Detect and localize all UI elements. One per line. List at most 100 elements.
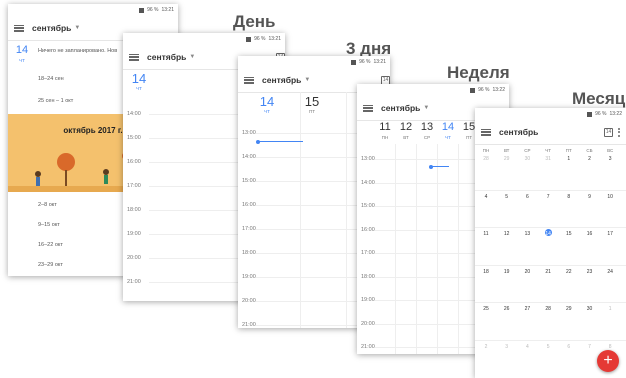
month-day-cell[interactable]: 2 (476, 344, 496, 350)
hour-label: 15:00 (127, 135, 141, 141)
week-divider (475, 339, 626, 341)
month-day-cell[interactable]: 21 (538, 269, 558, 275)
day-divider (416, 144, 417, 354)
month-day-cell[interactable]: 31 (538, 156, 558, 162)
day-number[interactable]: 14 (131, 71, 147, 86)
agenda-week-item[interactable]: 25 сен – 1 окт (38, 98, 73, 104)
month-day-cell[interactable]: 3 (600, 156, 620, 162)
month-day-cell[interactable]: 29 (559, 306, 579, 312)
weekday-header: ВС (607, 148, 614, 153)
label-month: Месяц (572, 89, 626, 108)
month-day-cell[interactable]: 2 (580, 156, 600, 162)
hour-label: 21:00 (242, 322, 256, 328)
month-day-cell[interactable]: 12 (497, 231, 517, 237)
day-divider (300, 92, 301, 328)
month-day-cell[interactable]: 4 (517, 344, 537, 350)
month-day-cell[interactable]: 7 (538, 194, 558, 200)
day-number[interactable]: 13 (417, 121, 437, 133)
menu-icon[interactable] (363, 104, 373, 112)
month-title[interactable]: сентябрь (499, 127, 538, 137)
month-day-cell[interactable]: 28 (538, 306, 558, 312)
today-day-number[interactable]: 14 (14, 44, 30, 56)
month-day-cell[interactable]: 23 (580, 269, 600, 275)
month-day-cell[interactable]: 24 (600, 269, 620, 275)
hour-label: 21:00 (127, 279, 141, 285)
menu-icon[interactable] (129, 53, 139, 61)
month-day-cell[interactable]: 30 (517, 156, 537, 162)
month-day-cell[interactable]: 14 (538, 231, 558, 237)
weekday-header: ПН (482, 148, 490, 153)
day-number[interactable]: 14 (438, 121, 458, 133)
month-day-cell[interactable]: 5 (497, 194, 517, 200)
agenda-week-item[interactable]: 23–29 окт (38, 262, 63, 268)
month-title[interactable]: сентябрь (262, 75, 301, 85)
month-day-cell[interactable]: 1 (600, 306, 620, 312)
day-divider (395, 144, 396, 354)
month-day-cell[interactable]: 18 (476, 269, 496, 275)
nothing-planned-text[interactable]: Ничего не запланировано. Нов (38, 48, 117, 54)
menu-icon[interactable] (244, 76, 254, 84)
more-options-icon[interactable] (618, 127, 620, 137)
month-day-cell[interactable]: 19 (497, 269, 517, 275)
hour-label: 20:00 (361, 320, 375, 327)
day-number[interactable]: 11 (375, 121, 395, 133)
menu-icon[interactable] (14, 24, 24, 32)
month-day-cell[interactable]: 4 (476, 194, 496, 200)
today-day-name: ЧТ (19, 58, 25, 63)
month-day-cell[interactable]: 28 (476, 156, 496, 162)
month-day-cell[interactable]: 15 (559, 231, 579, 237)
current-time-line (431, 166, 449, 167)
agenda-week-item[interactable]: 9–15 окт (38, 222, 60, 228)
month-day-cell[interactable]: 8 (600, 344, 620, 350)
month-title[interactable]: сентябрь (381, 103, 420, 113)
day-name: ВТ (403, 135, 409, 140)
day-divider (458, 144, 459, 354)
month-title[interactable]: сентябрь (32, 23, 71, 33)
month-day-cell[interactable]: 11 (476, 231, 496, 237)
month-day-cell[interactable]: 29 (497, 156, 517, 162)
month-day-cell[interactable]: 1 (559, 156, 579, 162)
month-day-cell[interactable]: 25 (476, 306, 496, 312)
month-day-cell[interactable]: 9 (580, 194, 600, 200)
month-day-cell[interactable]: 6 (559, 344, 579, 350)
month-day-cell[interactable]: 5 (538, 344, 558, 350)
hour-label: 17:00 (242, 226, 256, 232)
label-day: День (233, 12, 276, 31)
add-event-button[interactable]: + (597, 350, 619, 372)
chevron-down-icon[interactable]: ▼ (423, 105, 429, 111)
chevron-down-icon[interactable]: ▼ (189, 54, 195, 60)
month-day-cell[interactable]: 30 (580, 306, 600, 312)
month-day-cell[interactable]: 26 (497, 306, 517, 312)
hour-label: 17:00 (127, 183, 141, 189)
day-number[interactable]: 15 (301, 94, 323, 109)
agenda-week-item[interactable]: 16–22 окт (38, 242, 63, 248)
month-day-cell[interactable]: 13 (517, 231, 537, 237)
hour-label: 14:00 (361, 179, 375, 186)
day-name: СР (423, 135, 431, 140)
month-day-cell[interactable]: 7 (580, 344, 600, 350)
month-day-cell[interactable]: 22 (559, 269, 579, 275)
month-day-cell[interactable]: 17 (600, 231, 620, 237)
agenda-week-item[interactable]: 18–24 сен (38, 76, 64, 82)
day-number[interactable]: 12 (396, 121, 416, 133)
hour-label: 21:00 (361, 344, 375, 350)
day-number[interactable]: 14 (256, 94, 278, 109)
chevron-down-icon[interactable]: ▼ (74, 25, 80, 31)
status-bar: 96 % 13:22 (357, 84, 509, 96)
month-day-cell[interactable]: 6 (517, 194, 537, 200)
agenda-week-item[interactable]: 2–8 окт (38, 202, 57, 208)
month-day-cell[interactable]: 10 (600, 194, 620, 200)
month-day-cell[interactable]: 8 (559, 194, 579, 200)
month-day-cell[interactable]: 16 (580, 231, 600, 237)
hour-label: 15:00 (242, 178, 256, 184)
month-day-cell[interactable]: 27 (517, 306, 537, 312)
calendar-icon[interactable]: 14 (604, 127, 613, 137)
menu-icon[interactable] (481, 128, 491, 136)
hour-label: 19:00 (127, 231, 141, 237)
chevron-down-icon[interactable]: ▼ (304, 77, 310, 83)
day-divider (346, 92, 347, 328)
month-day-cell[interactable]: 20 (517, 269, 537, 275)
month-day-cell[interactable]: 3 (497, 344, 517, 350)
hour-label: 13:00 (361, 156, 375, 162)
month-title[interactable]: сентябрь (147, 52, 186, 62)
